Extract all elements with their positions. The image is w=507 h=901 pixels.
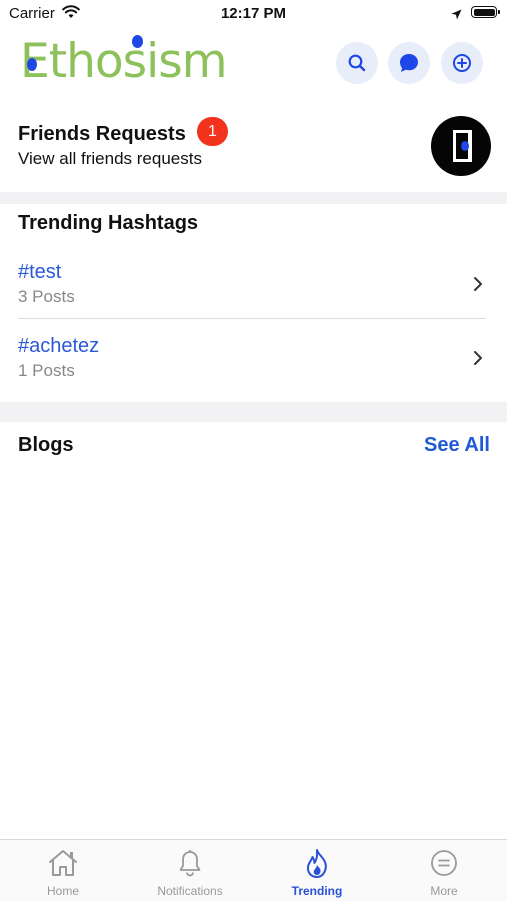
section-separator — [0, 192, 507, 204]
hashtag-label: #test — [18, 261, 62, 283]
logo-text: Ethosism — [20, 34, 227, 89]
avatar[interactable] — [431, 116, 491, 176]
tab-more[interactable]: More — [381, 840, 507, 901]
chevron-right-icon — [474, 351, 482, 365]
tab-label: Home — [46, 884, 79, 898]
tab-label: Notifications — [157, 884, 223, 898]
add-circle-icon — [453, 54, 471, 72]
search-button[interactable] — [336, 42, 378, 84]
hashtag-post-count: 3 Posts — [18, 287, 75, 306]
hashtag-label: #achetez — [18, 335, 100, 357]
chat-icon — [400, 54, 418, 72]
status-bar: Carrier 12:17 PM — [0, 0, 507, 30]
status-time: 12:17 PM — [220, 5, 287, 22]
search-icon — [348, 54, 366, 72]
hashtag-row[interactable]: #achetez 1 Posts — [0, 332, 507, 392]
tab-label: More — [430, 884, 458, 898]
tab-home[interactable]: Home — [0, 840, 126, 901]
logo-dot-icon — [132, 35, 143, 48]
hashtag-post-count: 1 Posts — [18, 361, 75, 380]
hashtag-row[interactable]: #test 3 Posts — [0, 258, 507, 318]
bell-icon — [179, 850, 201, 877]
trending-hashtags-title: Trending Hashtags — [18, 212, 199, 234]
blogs-title: Blogs — [18, 434, 74, 456]
create-post-button[interactable] — [441, 42, 483, 84]
menu-circle-icon — [431, 850, 457, 876]
see-all-blogs-link[interactable]: See All — [424, 434, 490, 457]
tab-bar: Home Notifications Trending More — [0, 839, 507, 901]
battery-icon — [471, 6, 500, 18]
friends-requests-title[interactable]: Friends Requests — [18, 123, 186, 146]
logo-dot-icon — [27, 58, 37, 71]
home-icon — [49, 850, 77, 876]
flame-icon — [306, 849, 327, 878]
friends-requests-badge: 1 — [197, 117, 228, 146]
location-arrow-icon — [451, 7, 462, 25]
row-divider — [18, 318, 486, 319]
tab-notifications[interactable]: Notifications — [127, 840, 253, 901]
avatar-dot-icon — [461, 141, 469, 151]
chevron-right-icon — [474, 277, 482, 291]
tab-trending[interactable]: Trending — [254, 840, 380, 901]
messages-button[interactable] — [388, 42, 430, 84]
view-all-friends-link[interactable]: View all friends requests — [18, 149, 202, 169]
section-separator — [0, 402, 507, 422]
tab-label: Trending — [291, 884, 343, 898]
app-logo: Ethosism — [20, 34, 227, 90]
